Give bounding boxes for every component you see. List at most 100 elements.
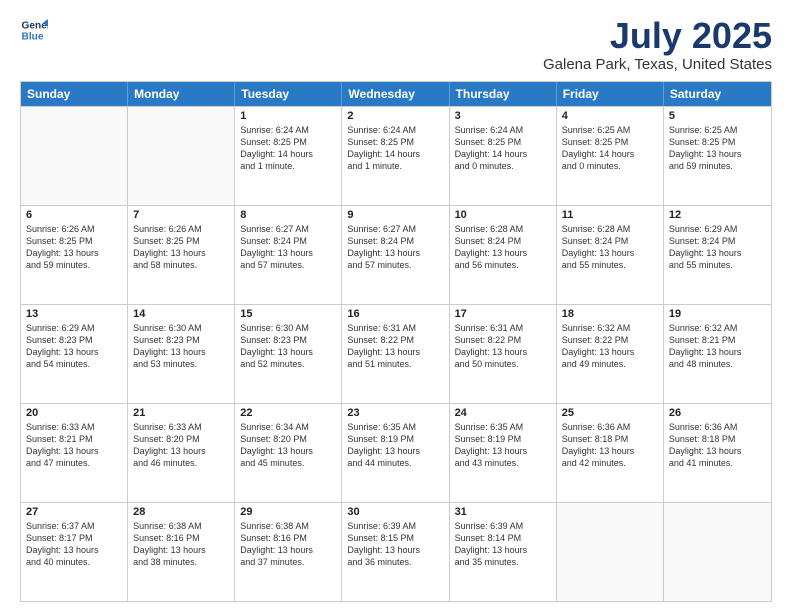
day-number: 19 (669, 308, 766, 320)
cell-info: Sunrise: 6:30 AM Sunset: 8:23 PM Dayligh… (240, 322, 336, 371)
cell-info: Sunrise: 6:35 AM Sunset: 8:19 PM Dayligh… (347, 421, 443, 470)
calendar-row-1: 6 Sunrise: 6:26 AM Sunset: 8:25 PM Daylig… (21, 205, 771, 304)
calendar-cell: 10 Sunrise: 6:28 AM Sunset: 8:24 PM Dayli… (450, 206, 557, 304)
calendar-cell: 31Sunrise: 6:39 AM Sunset: 8:14 PM Dayli… (450, 503, 557, 601)
header-day-monday: Monday (128, 82, 235, 106)
cell-info: Sunrise: 6:29 AM Sunset: 8:24 PM Dayligh… (669, 223, 766, 272)
calendar-cell (21, 107, 128, 205)
day-number: 14 (133, 308, 229, 320)
header-day-saturday: Saturday (664, 82, 771, 106)
day-number: 3 (455, 110, 551, 122)
header-day-thursday: Thursday (450, 82, 557, 106)
day-number: 24 (455, 407, 551, 419)
cell-info: Sunrise: 6:28 AM Sunset: 8:24 PM Dayligh… (562, 223, 658, 272)
day-number: 25 (562, 407, 658, 419)
calendar-row-2: 13 Sunrise: 6:29 AM Sunset: 8:23 PM Dayli… (21, 304, 771, 403)
calendar-cell: 13 Sunrise: 6:29 AM Sunset: 8:23 PM Dayli… (21, 305, 128, 403)
day-number: 22 (240, 407, 336, 419)
calendar-cell: 12 Sunrise: 6:29 AM Sunset: 8:24 PM Dayli… (664, 206, 771, 304)
calendar-cell: 9Sunrise: 6:27 AM Sunset: 8:24 PM Daylig… (342, 206, 449, 304)
calendar-cell: 29 Sunrise: 6:38 AM Sunset: 8:16 PM Dayli… (235, 503, 342, 601)
calendar-cell: 8 Sunrise: 6:27 AM Sunset: 8:24 PM Daylig… (235, 206, 342, 304)
cell-info: Sunrise: 6:32 AM Sunset: 8:21 PM Dayligh… (669, 322, 766, 371)
calendar-cell: 4 Sunrise: 6:25 AM Sunset: 8:25 PM Daylig… (557, 107, 664, 205)
cell-info: Sunrise: 6:24 AM Sunset: 8:25 PM Dayligh… (455, 124, 551, 173)
day-number: 17 (455, 308, 551, 320)
calendar-cell: 26Sunrise: 6:36 AM Sunset: 8:18 PM Dayli… (664, 404, 771, 502)
calendar-cell: 18 Sunrise: 6:32 AM Sunset: 8:22 PM Dayli… (557, 305, 664, 403)
calendar-cell: 1 Sunrise: 6:24 AM Sunset: 8:25 PM Daylig… (235, 107, 342, 205)
day-number: 7 (133, 209, 229, 221)
cell-info: Sunrise: 6:25 AM Sunset: 8:25 PM Dayligh… (669, 124, 766, 173)
calendar-cell: 22 Sunrise: 6:34 AM Sunset: 8:20 PM Dayli… (235, 404, 342, 502)
calendar-body: 1 Sunrise: 6:24 AM Sunset: 8:25 PM Daylig… (21, 106, 771, 601)
calendar-cell (128, 107, 235, 205)
calendar-row-3: 20Sunrise: 6:33 AM Sunset: 8:21 PM Dayli… (21, 403, 771, 502)
cell-info: Sunrise: 6:24 AM Sunset: 8:25 PM Dayligh… (240, 124, 336, 173)
logo: General Blue General Blue (20, 16, 48, 44)
calendar-row-4: 27Sunrise: 6:37 AM Sunset: 8:17 PM Dayli… (21, 502, 771, 601)
cell-info: Sunrise: 6:25 AM Sunset: 8:25 PM Dayligh… (562, 124, 658, 173)
header-day-friday: Friday (557, 82, 664, 106)
cell-info: Sunrise: 6:36 AM Sunset: 8:18 PM Dayligh… (562, 421, 658, 470)
day-number: 16 (347, 308, 443, 320)
day-number: 29 (240, 506, 336, 518)
calendar-cell: 3 Sunrise: 6:24 AM Sunset: 8:25 PM Daylig… (450, 107, 557, 205)
svg-text:Blue: Blue (22, 31, 44, 42)
calendar-cell: 6 Sunrise: 6:26 AM Sunset: 8:25 PM Daylig… (21, 206, 128, 304)
subtitle: Galena Park, Texas, United States (543, 56, 772, 73)
cell-info: Sunrise: 6:28 AM Sunset: 8:24 PM Dayligh… (455, 223, 551, 272)
calendar-cell: 30 Sunrise: 6:39 AM Sunset: 8:15 PM Dayli… (342, 503, 449, 601)
day-number: 23 (347, 407, 443, 419)
day-number: 6 (26, 209, 122, 221)
cell-info: Sunrise: 6:31 AM Sunset: 8:22 PM Dayligh… (347, 322, 443, 371)
cell-info: Sunrise: 6:38 AM Sunset: 8:16 PM Dayligh… (133, 520, 229, 569)
day-number: 31 (455, 506, 551, 518)
calendar-cell: 28 Sunrise: 6:38 AM Sunset: 8:16 PM Dayli… (128, 503, 235, 601)
calendar-cell: 7 Sunrise: 6:26 AM Sunset: 8:25 PM Daylig… (128, 206, 235, 304)
day-number: 11 (562, 209, 658, 221)
cell-info: Sunrise: 6:29 AM Sunset: 8:23 PM Dayligh… (26, 322, 122, 371)
cell-info: Sunrise: 6:38 AM Sunset: 8:16 PM Dayligh… (240, 520, 336, 569)
cell-info: Sunrise: 6:27 AM Sunset: 8:24 PM Dayligh… (240, 223, 336, 272)
cell-info: Sunrise: 6:39 AM Sunset: 8:15 PM Dayligh… (347, 520, 443, 569)
cell-info: Sunrise: 6:34 AM Sunset: 8:20 PM Dayligh… (240, 421, 336, 470)
calendar: SundayMondayTuesdayWednesdayThursdayFrid… (20, 81, 772, 602)
calendar-cell: 14 Sunrise: 6:30 AM Sunset: 8:23 PM Dayli… (128, 305, 235, 403)
calendar-cell (664, 503, 771, 601)
day-number: 13 (26, 308, 122, 320)
cell-info: Sunrise: 6:26 AM Sunset: 8:25 PM Dayligh… (133, 223, 229, 272)
day-number: 15 (240, 308, 336, 320)
day-number: 9 (347, 209, 443, 221)
cell-info: Sunrise: 6:30 AM Sunset: 8:23 PM Dayligh… (133, 322, 229, 371)
header: General Blue General Blue July 2025 Gale… (20, 16, 772, 73)
calendar-cell: 19 Sunrise: 6:32 AM Sunset: 8:21 PM Dayli… (664, 305, 771, 403)
header-day-tuesday: Tuesday (235, 82, 342, 106)
calendar-cell: 2Sunrise: 6:24 AM Sunset: 8:25 PM Daylig… (342, 107, 449, 205)
calendar-cell: 11 Sunrise: 6:28 AM Sunset: 8:24 PM Dayli… (557, 206, 664, 304)
calendar-header: SundayMondayTuesdayWednesdayThursdayFrid… (21, 82, 771, 106)
calendar-cell (557, 503, 664, 601)
calendar-cell: 25 Sunrise: 6:36 AM Sunset: 8:18 PM Dayli… (557, 404, 664, 502)
calendar-cell: 21 Sunrise: 6:33 AM Sunset: 8:20 PM Dayli… (128, 404, 235, 502)
day-number: 18 (562, 308, 658, 320)
calendar-cell: 17 Sunrise: 6:31 AM Sunset: 8:22 PM Dayli… (450, 305, 557, 403)
cell-info: Sunrise: 6:26 AM Sunset: 8:25 PM Dayligh… (26, 223, 122, 272)
day-number: 10 (455, 209, 551, 221)
day-number: 21 (133, 407, 229, 419)
day-number: 20 (26, 407, 122, 419)
cell-info: Sunrise: 6:36 AM Sunset: 8:18 PM Dayligh… (669, 421, 766, 470)
day-number: 28 (133, 506, 229, 518)
cell-info: Sunrise: 6:37 AM Sunset: 8:17 PM Dayligh… (26, 520, 122, 569)
calendar-cell: 24Sunrise: 6:35 AM Sunset: 8:19 PM Dayli… (450, 404, 557, 502)
day-number: 4 (562, 110, 658, 122)
cell-info: Sunrise: 6:33 AM Sunset: 8:20 PM Dayligh… (133, 421, 229, 470)
cell-info: Sunrise: 6:31 AM Sunset: 8:22 PM Dayligh… (455, 322, 551, 371)
day-number: 12 (669, 209, 766, 221)
day-number: 30 (347, 506, 443, 518)
cell-info: Sunrise: 6:32 AM Sunset: 8:22 PM Dayligh… (562, 322, 658, 371)
calendar-row-0: 1 Sunrise: 6:24 AM Sunset: 8:25 PM Daylig… (21, 106, 771, 205)
logo-icon: General Blue (20, 16, 48, 44)
day-number: 1 (240, 110, 336, 122)
day-number: 8 (240, 209, 336, 221)
